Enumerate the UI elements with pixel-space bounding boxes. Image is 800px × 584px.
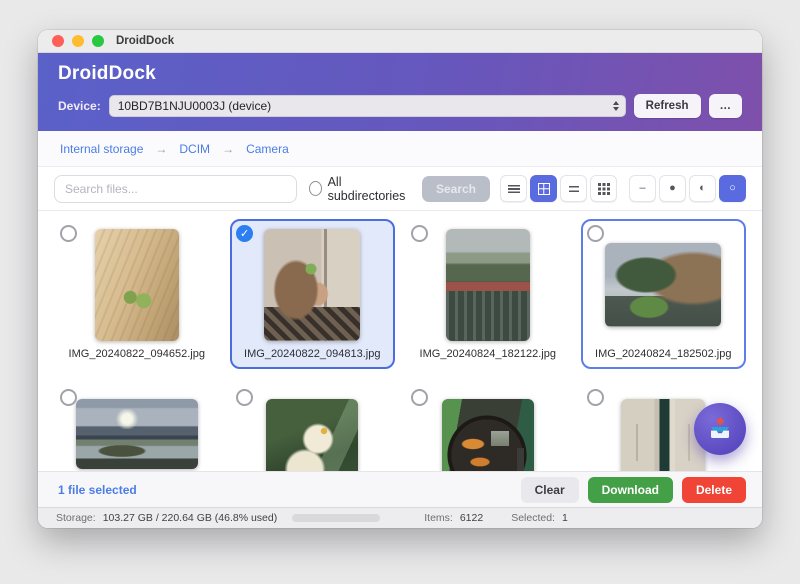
app-window: DroidDock DroidDock Device: 10BD7B1NJU00… [38,30,762,528]
size-outline-button[interactable]: ○ [719,175,746,202]
photo-thumbnail[interactable] [95,229,179,341]
breadcrumb-arrow-icon: → [222,142,234,156]
close-button[interactable] [52,35,64,47]
toolbar: All subdirectories Search – ● ◐ ○ [38,167,762,211]
device-row: Device: 10BD7B1NJU0003J (device) Refresh… [58,94,742,118]
items-value: 6122 [460,512,483,524]
view-mode-group [500,175,617,202]
download-button[interactable]: Download [588,477,673,503]
file-grid-area: IMG_20240822_094652.jpg IMG_20240822_094… [38,211,762,471]
search-input[interactable] [54,175,297,203]
file-tile[interactable]: IMG_20240822_094652.jpg [54,219,220,369]
file-name: IMG_20240824_182502.jpg [595,348,731,367]
compact-list-view-button[interactable] [560,175,587,202]
file-name: IMG_20240822_094813.jpg [244,348,380,367]
select-stepper-icon [613,101,619,111]
zoom-button[interactable] [92,35,104,47]
device-select-value: 10BD7B1NJU0003J (device) [118,99,607,113]
selected-value: 1 [562,512,568,524]
photo-thumbnail[interactable] [446,229,530,341]
list-icon [508,185,520,193]
size-dash-icon: – [639,183,645,194]
list-view-button[interactable] [500,175,527,202]
file-checkbox-checked[interactable] [236,225,253,242]
action-bar: 1 file selected Clear Download Delete [38,471,762,507]
traffic-lights [52,35,104,47]
breadcrumb-arrow-icon: → [155,142,167,156]
photo-thumbnail[interactable] [442,399,534,471]
file-checkbox[interactable] [587,389,604,406]
breadcrumb-internal-storage[interactable]: Internal storage [60,142,143,156]
file-tile-focused[interactable]: IMG_20240824_182502.jpg [581,219,747,369]
all-subdirectories-checkbox[interactable] [309,181,322,196]
file-tile[interactable] [405,383,571,471]
storage-progress-bar [292,514,380,522]
download-inbox-icon [706,415,734,443]
search-button[interactable]: Search [422,176,490,202]
all-subdirectories-label[interactable]: All subdirectories [328,175,408,203]
titlebar: DroidDock [38,30,762,53]
file-tile[interactable] [54,383,220,471]
file-checkbox[interactable] [236,389,253,406]
clear-button[interactable]: Clear [521,477,579,503]
refresh-button[interactable]: Refresh [634,94,701,118]
app-title: DroidDock [58,63,742,85]
breadcrumb-camera[interactable]: Camera [246,142,289,156]
dense-grid-view-button[interactable] [590,175,617,202]
breadcrumb-dcim[interactable]: DCIM [179,142,210,156]
storage-label: Storage: [56,512,96,524]
size-filled-circle-icon: ● [669,183,676,194]
photo-thumbnail[interactable] [264,229,360,341]
thumbnail-size-group: – ● ◐ ○ [629,175,746,202]
minimize-button[interactable] [72,35,84,47]
storage-value: 103.27 GB / 220.64 GB (46.8% used) [103,512,278,524]
breadcrumb: Internal storage → DCIM → Camera [38,131,762,167]
file-checkbox[interactable] [411,225,428,242]
size-half-circle-icon: ◐ [699,183,706,194]
size-half-button[interactable]: ◐ [689,175,716,202]
photo-thumbnail[interactable] [266,399,358,471]
file-checkbox[interactable] [411,389,428,406]
grid-icon [538,183,550,195]
desktop-background: DroidDock DroidDock Device: 10BD7B1NJU00… [0,0,800,584]
file-tile[interactable]: IMG_20240824_182122.jpg [405,219,571,369]
delete-button[interactable]: Delete [682,477,746,503]
file-name: IMG_20240822_094652.jpg [69,348,205,367]
window-title: DroidDock [116,35,174,47]
selection-count-text: 1 file selected [58,483,137,497]
all-subdirectories-group: All subdirectories [309,175,408,203]
file-checkbox[interactable] [60,225,77,242]
file-tile[interactable] [230,383,396,471]
download-fab-button[interactable] [694,403,746,455]
items-label: Items: [424,512,453,524]
photo-thumbnail[interactable] [76,399,198,469]
file-tile-selected[interactable]: IMG_20240822_094813.jpg [230,219,396,369]
app-header: DroidDock Device: 10BD7B1NJU0003J (devic… [38,53,762,131]
device-label: Device: [58,99,101,113]
grid-view-button[interactable] [530,175,557,202]
photo-thumbnail[interactable] [605,243,721,327]
compact-list-icon [569,186,579,192]
file-name: IMG_20240824_182122.jpg [420,348,556,367]
more-options-button[interactable]: … [709,94,743,118]
file-checkbox[interactable] [60,389,77,406]
photo-thumbnail[interactable] [621,399,705,471]
status-bar: Storage: 103.27 GB / 220.64 GB (46.8% us… [38,507,762,528]
selected-label: Selected: [511,512,555,524]
size-filled-button[interactable]: ● [659,175,686,202]
toolbar-icon-groups: – ● ◐ ○ [500,175,746,202]
size-small-button[interactable]: – [629,175,656,202]
file-grid: IMG_20240822_094652.jpg IMG_20240822_094… [54,219,746,471]
device-select[interactable]: 10BD7B1NJU0003J (device) [109,95,626,117]
dense-grid-icon [598,183,601,186]
size-outline-circle-icon: ○ [729,183,736,194]
file-checkbox[interactable] [587,225,604,242]
